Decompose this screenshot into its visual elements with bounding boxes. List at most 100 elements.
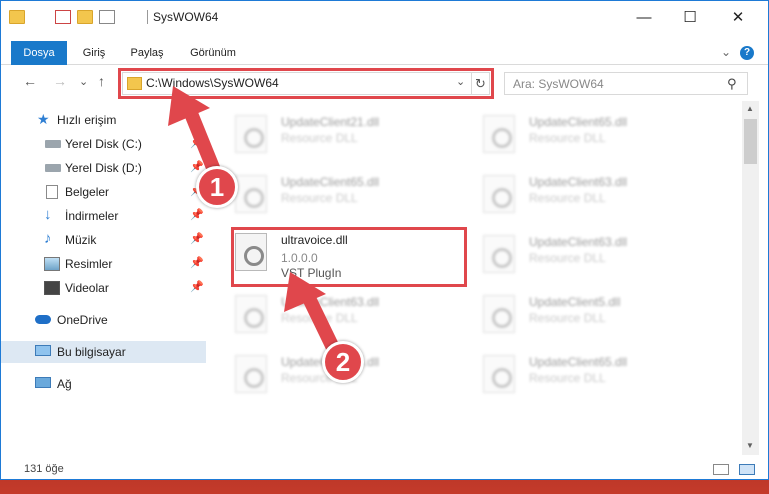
forward-button[interactable]: → — [53, 73, 67, 93]
download-icon: ↓ — [44, 206, 52, 223]
file-name: UpdateClient65.dll — [281, 175, 380, 189]
close-button[interactable]: ✕ — [715, 1, 761, 33]
nav-item-downloads[interactable]: ↓ İndirmeler 📌 — [1, 205, 206, 227]
explorer-window: SysWOW64 — ☐ ✕ Dosya Giriş Paylaş Görünü… — [0, 0, 769, 480]
file-item[interactable]: UpdateClient5.dll Resource DLL — [461, 287, 701, 339]
properties-icon[interactable] — [55, 10, 71, 24]
scroll-thumb[interactable] — [744, 119, 757, 164]
dll-file-icon — [483, 175, 515, 213]
file-type: Resource DLL — [281, 311, 358, 325]
minimize-button[interactable]: — — [621, 1, 667, 33]
ribbon-expand-icon[interactable]: ⌄ — [721, 45, 731, 59]
file-type: Resource DLL — [281, 131, 358, 145]
file-highlight-box — [231, 227, 467, 287]
nav-item-quick-access[interactable]: ★ Hızlı erişim — [1, 109, 206, 131]
dll-file-icon — [235, 295, 267, 333]
documents-icon — [46, 185, 58, 199]
tab-home[interactable]: Giriş — [73, 41, 115, 65]
customize-toolbar-icon[interactable] — [99, 10, 115, 24]
title-bar: SysWOW64 — ☐ ✕ — [1, 1, 768, 33]
nav-item-local-disk-c[interactable]: Yerel Disk (C:) 📌 — [1, 133, 206, 155]
nav-item-documents[interactable]: Belgeler 📌 — [1, 181, 206, 203]
pin-icon[interactable]: 📌 — [190, 136, 204, 149]
file-type: Resource DLL — [529, 251, 606, 265]
ribbon: Dosya Giriş Paylaş Görünüm ⌄ ? — [1, 41, 768, 65]
scroll-down-icon[interactable]: ▼ — [746, 441, 754, 450]
tab-share[interactable]: Paylaş — [121, 41, 173, 65]
tab-view[interactable]: Görünüm — [181, 41, 245, 65]
file-item[interactable]: UpdateClient63.dll Resource DLL — [461, 167, 701, 219]
pictures-icon — [44, 257, 60, 271]
file-item[interactable]: UpdateClient65.dll Resource DLL — [213, 167, 453, 219]
pin-icon[interactable]: 📌 — [190, 280, 204, 293]
nav-label: Müzik — [65, 233, 97, 247]
search-box[interactable]: Ara: SysWOW64 ⚲ — [504, 72, 748, 95]
network-icon — [35, 377, 51, 388]
file-name: UpdateClient5.dll — [529, 295, 621, 309]
tab-file[interactable]: Dosya — [11, 41, 67, 65]
file-item[interactable]: UpdateClient65.dll Resource DLL — [461, 347, 701, 399]
nav-label: Yerel Disk (C:) — [65, 137, 142, 151]
file-item[interactable]: UpdateClient21.dll Resource DLL — [213, 107, 453, 159]
nav-item-videos[interactable]: Videolar 📌 — [1, 277, 206, 299]
file-name: UpdateClient21.dll — [281, 115, 380, 129]
file-type: Resource DLL — [529, 131, 606, 145]
file-type: Resource DLL — [529, 371, 606, 385]
dll-file-icon — [235, 355, 267, 393]
drive-icon — [45, 140, 61, 148]
up-button[interactable]: ↑ — [98, 73, 105, 93]
folder-icon — [9, 10, 25, 24]
dll-file-icon — [483, 235, 515, 273]
file-item[interactable]: UpdateClient65.dll Resource DLL — [461, 107, 701, 159]
nav-label: Hızlı erişim — [57, 113, 117, 127]
maximize-button[interactable]: ☐ — [667, 1, 713, 33]
file-name: UpdateClient63.dll — [529, 235, 628, 249]
window-title: SysWOW64 — [153, 10, 219, 24]
search-icon[interactable]: ⚲ — [727, 76, 737, 92]
nav-item-local-disk-d[interactable]: Yerel Disk (D:) 📌 — [1, 157, 206, 179]
navigation-pane: ★ Hızlı erişim Yerel Disk (C:) 📌 Yerel D… — [1, 105, 211, 455]
nav-item-pictures[interactable]: Resimler 📌 — [1, 253, 206, 275]
nav-item-network[interactable]: Ağ — [1, 373, 206, 395]
file-name: UpdateClient63.dll — [529, 175, 628, 189]
pin-icon[interactable]: 📌 — [190, 232, 204, 245]
item-count: 131 öğe — [24, 463, 64, 475]
nav-item-onedrive[interactable]: OneDrive — [1, 309, 206, 331]
step-2-badge: 2 — [322, 341, 364, 383]
dll-file-icon — [483, 295, 515, 333]
scroll-up-icon[interactable]: ▲ — [746, 104, 754, 113]
nav-item-this-pc[interactable]: Bu bilgisayar — [1, 341, 206, 363]
nav-label: Videolar — [65, 281, 109, 295]
nav-item-music[interactable]: ♪ Müzik 📌 — [1, 229, 206, 251]
recent-locations-button[interactable]: ⌄ — [79, 75, 88, 95]
file-name: UpdateClient65.dll — [529, 115, 628, 129]
file-type: Resource DLL — [529, 311, 606, 325]
nav-label: OneDrive — [57, 313, 108, 327]
help-icon[interactable]: ? — [740, 46, 754, 60]
nav-label: Ağ — [57, 377, 72, 391]
nav-label: Resimler — [65, 257, 113, 271]
pin-icon[interactable]: 📌 — [190, 256, 204, 269]
details-view-icon[interactable] — [713, 464, 729, 475]
large-icons-view-icon[interactable] — [739, 464, 755, 475]
dll-file-icon — [235, 115, 267, 153]
nav-label: Bu bilgisayar — [57, 345, 126, 359]
search-placeholder[interactable]: Ara: SysWOW64 — [513, 77, 604, 91]
dll-file-icon — [483, 355, 515, 393]
videos-icon — [44, 281, 60, 295]
vertical-scrollbar[interactable]: ▲ ▼ — [742, 101, 759, 455]
nav-label: Belgeler — [65, 185, 110, 199]
music-icon: ♪ — [44, 230, 52, 247]
back-button[interactable]: ← — [23, 73, 37, 93]
drive-icon — [45, 164, 61, 172]
new-folder-icon[interactable] — [77, 10, 93, 24]
step-1-badge: 1 — [196, 166, 238, 208]
file-item[interactable]: UpdateClient63.dll Resource DLL — [461, 227, 701, 279]
title-separator — [147, 10, 148, 24]
file-item[interactable]: UpdateClient63.dll Resource DLL — [213, 287, 453, 339]
pin-icon[interactable]: 📌 — [190, 208, 204, 221]
address-highlight-box — [118, 68, 494, 99]
file-name: UpdateClient65.dll — [529, 355, 628, 369]
nav-label: Yerel Disk (D:) — [65, 161, 142, 175]
computer-icon — [35, 345, 51, 356]
